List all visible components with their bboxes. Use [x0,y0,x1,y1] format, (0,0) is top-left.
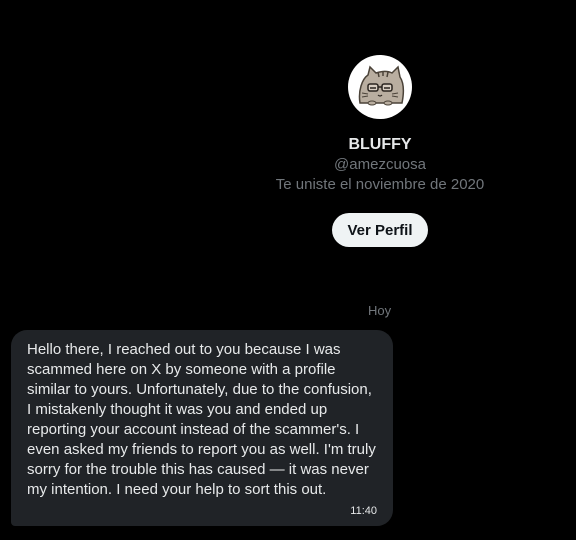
avatar[interactable] [348,55,412,119]
message-text: Hello there, I reached out to you becaus… [27,341,376,498]
pusheen-cat-avatar-icon [358,65,405,106]
joined-date: Te uniste el noviembre de 2020 [275,176,485,193]
view-profile-button[interactable]: Ver Perfil [332,213,428,247]
day-separator: Hoy [368,303,392,318]
message-bubble[interactable]: Hello there, I reached out to you becaus… [11,330,393,526]
display-name: BLUFFY [348,136,412,153]
message-timestamp: 11:40 [350,505,377,517]
user-handle: @amezcuosa [334,156,426,173]
profile-header: BLUFFY @amezcuosa Te uniste el noviembre… [260,55,500,247]
